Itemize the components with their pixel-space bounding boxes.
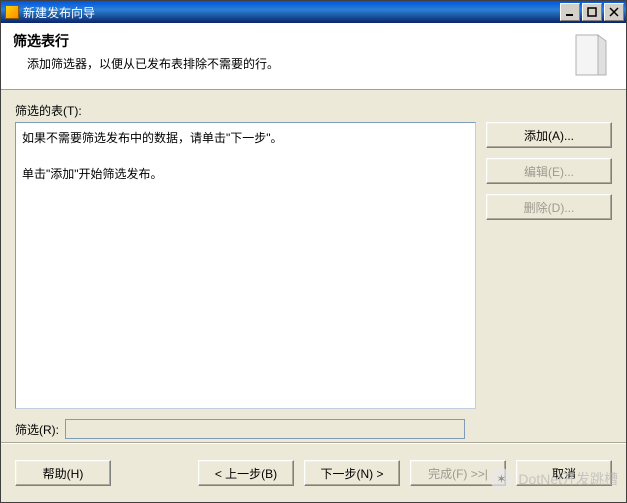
finish-button: 完成(F) >>| [410, 460, 506, 486]
wizard-header: 筛选表行 添加筛选器，以便从已发布表排除不需要的行。 [1, 23, 626, 90]
tables-label: 筛选的表(T): [15, 102, 612, 119]
maximize-button[interactable] [582, 3, 602, 21]
wizard-icon [566, 31, 614, 79]
app-icon [5, 5, 19, 19]
help-button[interactable]: 帮助(H) [15, 460, 111, 486]
delete-button: 删除(D)... [486, 194, 612, 220]
edit-button: 编辑(E)... [486, 158, 612, 184]
window-title: 新建发布向导 [23, 4, 560, 21]
hint-line-2: 单击"添加"开始筛选发布。 [22, 165, 469, 183]
close-button[interactable] [604, 3, 624, 21]
add-button[interactable]: 添加(A)... [486, 122, 612, 148]
filter-label: 筛选(R): [15, 421, 59, 438]
minimize-button[interactable] [560, 3, 580, 21]
titlebar: 新建发布向导 [1, 1, 626, 23]
cancel-button[interactable]: 取消 [516, 460, 612, 486]
page-title: 筛选表行 [13, 31, 558, 51]
filtered-tables-listbox[interactable]: 如果不需要筛选发布中的数据，请单击"下一步"。 单击"添加"开始筛选发布。 [15, 122, 476, 409]
filter-readonly-field [65, 419, 465, 439]
next-button[interactable]: 下一步(N) > [304, 460, 400, 486]
page-description: 添加筛选器，以便从已发布表排除不需要的行。 [27, 55, 558, 72]
hint-line-1: 如果不需要筛选发布中的数据，请单击"下一步"。 [22, 129, 469, 147]
wizard-footer: 帮助(H) < 上一步(B) 下一步(N) > 完成(F) >>| 取消 [1, 443, 626, 502]
back-button[interactable]: < 上一步(B) [198, 460, 294, 486]
